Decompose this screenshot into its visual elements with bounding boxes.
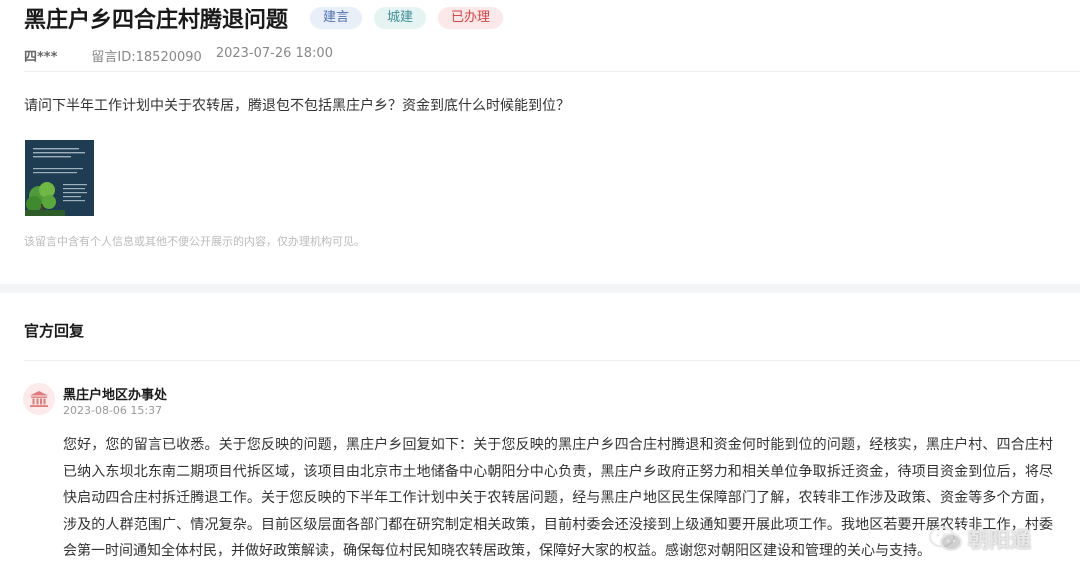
post-datetime: 2023-07-26 18:00 bbox=[215, 46, 333, 61]
post-meta: 四*** 留言ID:18520090 2023-07-26 18:00 bbox=[24, 46, 333, 65]
reply-section-title: 官方回复 bbox=[24, 322, 85, 340]
question-text: 请问下半年工作计划中关于农转居，腾退包不包括黑庄户乡？资金到底什么时候能到位？ bbox=[24, 98, 570, 114]
title-row: 黑庄户乡四合庄村腾退问题 建言 城建 已办理 bbox=[24, 4, 515, 33]
government-building-icon bbox=[30, 391, 48, 407]
thumbnail-image bbox=[25, 140, 94, 216]
author-name: 四*** bbox=[24, 50, 58, 65]
reply-date: 2023-08-06 15:37 bbox=[63, 404, 163, 417]
post-title: 黑庄户乡四合庄村腾退问题 bbox=[24, 8, 289, 33]
attachment-thumbnail[interactable] bbox=[25, 140, 94, 216]
tag-status-handled: 已办理 bbox=[438, 7, 504, 29]
wechat-icon bbox=[929, 526, 962, 551]
privacy-note: 该留言中含有个人信息或其他不便公开展示的内容，仅办理机构可见。 bbox=[24, 235, 365, 248]
message-id: 留言ID:18520090 bbox=[91, 50, 202, 65]
watermark: 朝阳通 bbox=[928, 524, 1031, 554]
watermark-text: 朝阳通 bbox=[968, 528, 1031, 552]
department-avatar bbox=[23, 383, 55, 415]
department-name: 黑庄户地区办事处 bbox=[63, 388, 168, 403]
post-panel: 黑庄户乡四合庄村腾退问题 建言 城建 已办理 四*** 留言ID:1852009… bbox=[0, 0, 1080, 284]
section-separator bbox=[0, 284, 1080, 293]
divider bbox=[24, 71, 1080, 72]
tag-urban-construction[interactable]: 城建 bbox=[374, 7, 427, 29]
reply-content: 您好，您的留言已收悉。关于您反映的问题，黑庄户乡回复如下：关于您反映的黑庄户乡四… bbox=[63, 437, 1053, 559]
tag-suggestion[interactable]: 建言 bbox=[310, 7, 363, 29]
divider bbox=[24, 360, 1080, 361]
